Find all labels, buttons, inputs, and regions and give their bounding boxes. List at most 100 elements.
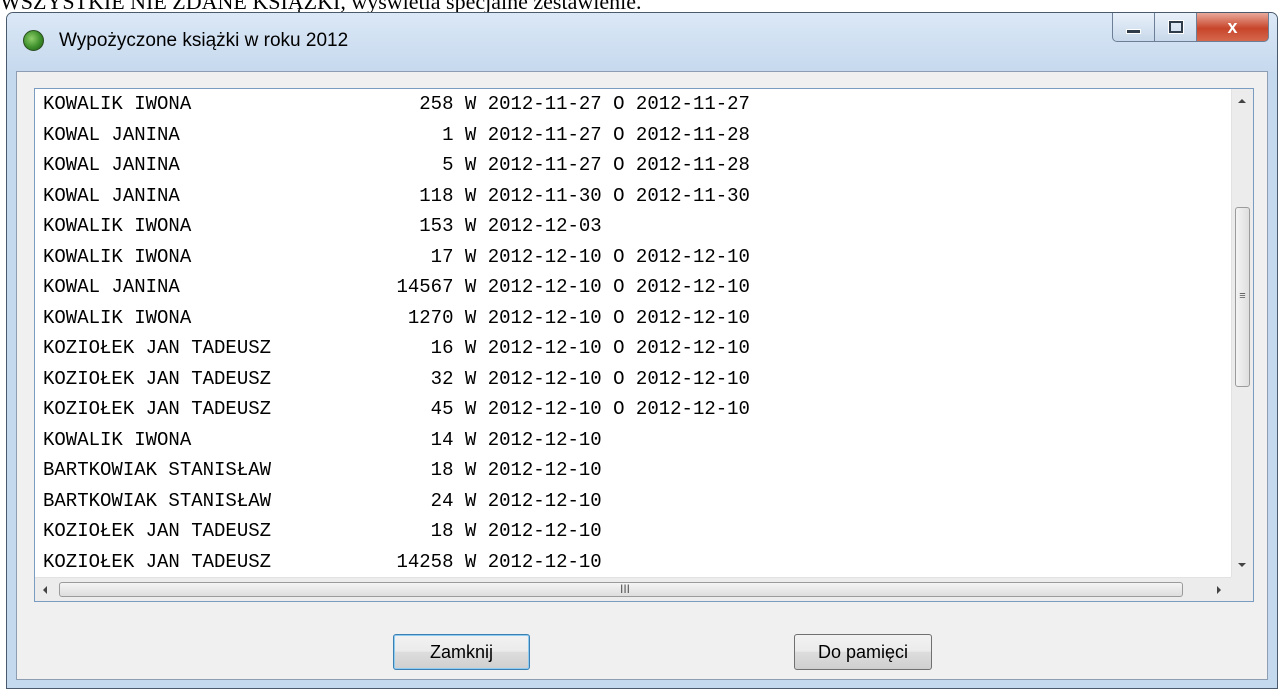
- title-bar[interactable]: Wypożyczone książki w roku 2012 x: [7, 13, 1277, 71]
- list-item[interactable]: KOWALIK IWONA 258 W 2012-11-27 O 2012-11…: [35, 89, 1231, 120]
- list-item[interactable]: KOWALIK IWONA 17 W 2012-12-10 O 2012-12-…: [35, 242, 1231, 273]
- returned-date: O 2012-12-10: [613, 245, 750, 268]
- returned-date: O 2012-12-10: [613, 337, 750, 359]
- book-number: 14258: [385, 550, 454, 573]
- dialog-client-area: KOWALIK IWONA 258 W 2012-11-27 O 2012-11…: [16, 71, 1268, 680]
- book-number: 5: [385, 154, 454, 176]
- borrowed-date: W 2012-12-10: [464, 459, 602, 481]
- minimize-icon: [1126, 28, 1141, 34]
- borrower-name: KOZIOŁEK JAN TADEUSZ: [43, 337, 386, 359]
- list-item[interactable]: KOWAL JANINA 5 W 2012-11-27 O 2012-11-28: [35, 150, 1231, 181]
- borrower-name: BARTKOWIAK STANISŁAW: [43, 489, 386, 512]
- book-number: 258: [385, 93, 454, 115]
- returned-date: O 2012-11-28: [613, 154, 750, 176]
- returned-date: O 2012-12-10: [613, 276, 750, 298]
- borrower-name: KOWALIK IWONA: [43, 93, 386, 115]
- borrower-name: KOWALIK IWONA: [43, 215, 386, 237]
- book-number: 32: [385, 367, 454, 390]
- close-button[interactable]: Zamknij: [393, 634, 530, 670]
- book-number: 17: [385, 245, 454, 268]
- maximize-button[interactable]: [1155, 13, 1197, 42]
- borrower-name: KOWALIK IWONA: [43, 306, 386, 329]
- book-number: 45: [385, 398, 454, 420]
- borrowed-date: W 2012-12-10: [464, 306, 602, 329]
- list-item[interactable]: KOZIOŁEK JAN TADEUSZ 16 W 2012-12-10 O 2…: [35, 333, 1231, 364]
- borrower-name: KOWAL JANINA: [43, 184, 386, 207]
- list-item[interactable]: KOZIOŁEK JAN TADEUSZ 32 W 2012-12-10 O 2…: [35, 364, 1231, 395]
- borrowed-date: W 2012-11-27: [464, 154, 602, 176]
- borrower-name: KOWAL JANINA: [43, 123, 386, 146]
- scroll-down-arrow-icon[interactable]: [1238, 563, 1246, 567]
- maximize-icon: [1168, 21, 1183, 33]
- list-item[interactable]: KOWALIK IWONA 14 W 2012-12-10: [35, 425, 1231, 456]
- grip-icon: III: [620, 582, 631, 596]
- book-number: 16: [385, 337, 454, 359]
- vertical-scrollbar[interactable]: ≡: [1231, 89, 1253, 577]
- borrowed-date: W 2012-11-30: [464, 184, 602, 207]
- borrower-name: KOZIOŁEK JAN TADEUSZ: [43, 520, 386, 542]
- borrower-name: KOWAL JANINA: [43, 276, 386, 298]
- returned-date: O 2012-12-10: [613, 306, 750, 329]
- horizontal-scrollbar[interactable]: III: [35, 577, 1231, 601]
- borrowed-date: W 2012-12-10: [464, 428, 602, 451]
- grip-icon: ≡: [1239, 290, 1246, 302]
- window-controls: x: [1112, 13, 1269, 44]
- book-number: 1270: [385, 306, 454, 329]
- book-number: 14567: [385, 276, 454, 298]
- borrowed-date: W 2012-12-03: [464, 215, 602, 237]
- borrowed-date: W 2012-12-10: [464, 276, 602, 298]
- window-title: Wypożyczone książki w roku 2012: [59, 30, 349, 51]
- scroll-up-arrow-icon[interactable]: [1238, 99, 1246, 103]
- borrowed-date: W 2012-11-27: [464, 93, 602, 115]
- borrowed-date: W 2012-12-10: [464, 520, 602, 542]
- borrower-name: BARTKOWIAK STANISŁAW: [43, 459, 386, 481]
- borrower-name: KOZIOŁEK JAN TADEUSZ: [43, 398, 386, 420]
- borrowed-date: W 2012-12-10: [464, 245, 602, 268]
- borrowed-date: W 2012-12-10: [464, 489, 602, 512]
- list-item[interactable]: KOWAL JANINA 14567 W 2012-12-10 O 2012-1…: [35, 272, 1231, 303]
- list-item[interactable]: KOZIOŁEK JAN TADEUSZ 18 W 2012-12-10: [35, 516, 1231, 547]
- borrowed-date: W 2012-12-10: [464, 398, 602, 420]
- list-item[interactable]: KOZIOŁEK JAN TADEUSZ 14258 W 2012-12-10: [35, 547, 1231, 578]
- borrowed-date: W 2012-12-10: [464, 367, 602, 390]
- book-number: 118: [385, 184, 454, 207]
- borrower-name: KOZIOŁEK JAN TADEUSZ: [43, 550, 386, 573]
- returned-date: O 2012-11-30: [613, 184, 750, 207]
- copy-to-clipboard-button[interactable]: Do pamięci: [794, 634, 932, 670]
- minimize-button[interactable]: [1112, 13, 1155, 42]
- vertical-scroll-thumb[interactable]: ≡: [1235, 207, 1250, 387]
- list-item[interactable]: BARTKOWIAK STANISŁAW 18 W 2012-12-10: [35, 455, 1231, 486]
- scroll-right-arrow-icon[interactable]: [1217, 586, 1221, 594]
- horizontal-scroll-thumb[interactable]: III: [59, 582, 1183, 597]
- borrowed-date: W 2012-11-27: [464, 123, 602, 146]
- list-item[interactable]: KOWAL JANINA 118 W 2012-11-30 O 2012-11-…: [35, 181, 1231, 212]
- book-number: 153: [385, 215, 454, 237]
- dialog-window: Wypożyczone książki w roku 2012 x KOWALI…: [6, 12, 1278, 689]
- borrower-name: KOZIOŁEK JAN TADEUSZ: [43, 367, 386, 390]
- loans-listbox[interactable]: KOWALIK IWONA 258 W 2012-11-27 O 2012-11…: [34, 88, 1254, 602]
- book-number: 24: [385, 489, 454, 512]
- returned-date: O 2012-12-10: [613, 398, 750, 420]
- returned-date: O 2012-11-28: [613, 123, 750, 146]
- borrowed-date: W 2012-12-10: [464, 550, 602, 573]
- book-number: 14: [385, 428, 454, 451]
- book-number: 18: [385, 520, 454, 542]
- list-item[interactable]: BARTKOWIAK STANISŁAW 24 W 2012-12-10: [35, 486, 1231, 517]
- returned-date: O 2012-12-10: [613, 367, 750, 390]
- returned-date: O 2012-11-27: [613, 93, 750, 115]
- scroll-left-arrow-icon[interactable]: [43, 586, 47, 594]
- app-globe-icon: [23, 30, 44, 51]
- borrowed-date: W 2012-12-10: [464, 337, 602, 359]
- loans-list: KOWALIK IWONA 258 W 2012-11-27 O 2012-11…: [35, 89, 1231, 577]
- book-number: 1: [385, 123, 454, 146]
- list-item[interactable]: KOZIOŁEK JAN TADEUSZ 45 W 2012-12-10 O 2…: [35, 394, 1231, 425]
- close-window-button[interactable]: x: [1197, 13, 1269, 42]
- list-item[interactable]: KOWALIK IWONA 1270 W 2012-12-10 O 2012-1…: [35, 303, 1231, 334]
- list-item[interactable]: KOWALIK IWONA 153 W 2012-12-03: [35, 211, 1231, 242]
- book-number: 18: [385, 459, 454, 481]
- scrollbar-corner: [1231, 577, 1253, 601]
- close-icon: x: [1227, 16, 1238, 37]
- borrower-name: KOWAL JANINA: [43, 154, 386, 176]
- borrower-name: KOWALIK IWONA: [43, 245, 386, 268]
- list-item[interactable]: KOWAL JANINA 1 W 2012-11-27 O 2012-11-28: [35, 120, 1231, 151]
